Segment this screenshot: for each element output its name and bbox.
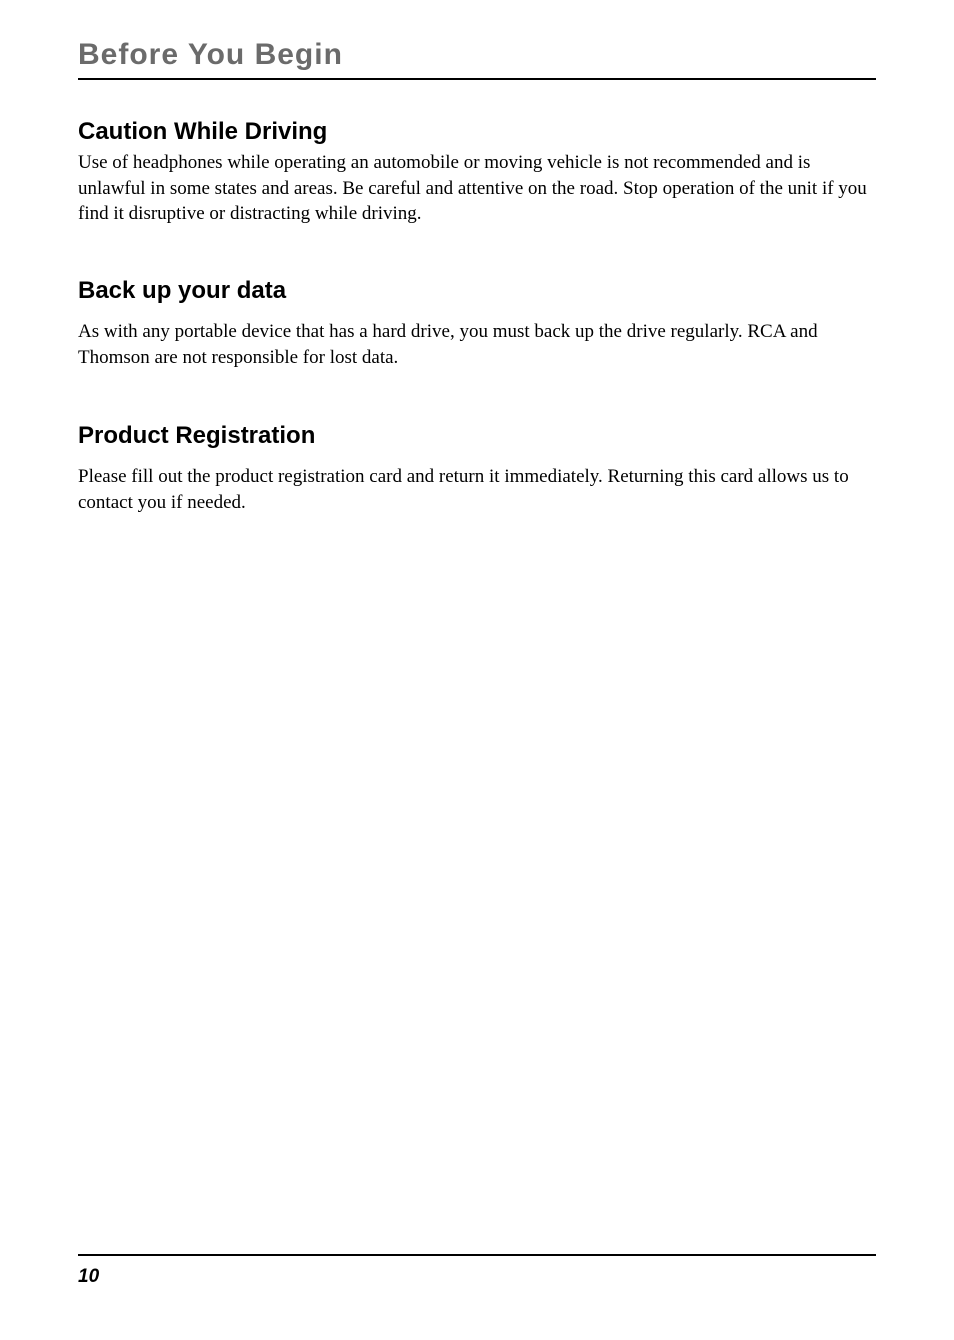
section-product-registration: Product Registration Please fill out the… xyxy=(78,422,876,515)
page-footer: 10 xyxy=(78,1254,876,1288)
section-body: Use of headphones while operating an aut… xyxy=(78,150,876,227)
section-heading: Caution While Driving xyxy=(78,118,876,146)
section-caution-while-driving: Caution While Driving Use of headphones … xyxy=(78,118,876,227)
section-heading: Product Registration xyxy=(78,422,876,450)
page-number: 10 xyxy=(78,1266,99,1287)
section-back-up-your-data: Back up your data As with any portable d… xyxy=(78,277,876,370)
section-heading: Back up your data xyxy=(78,277,876,305)
chapter-title: Before You Begin xyxy=(78,38,876,80)
page-content: Before You Begin Caution While Driving U… xyxy=(0,0,954,515)
section-body: Please fill out the product registration… xyxy=(78,464,876,515)
section-body: As with any portable device that has a h… xyxy=(78,319,876,370)
